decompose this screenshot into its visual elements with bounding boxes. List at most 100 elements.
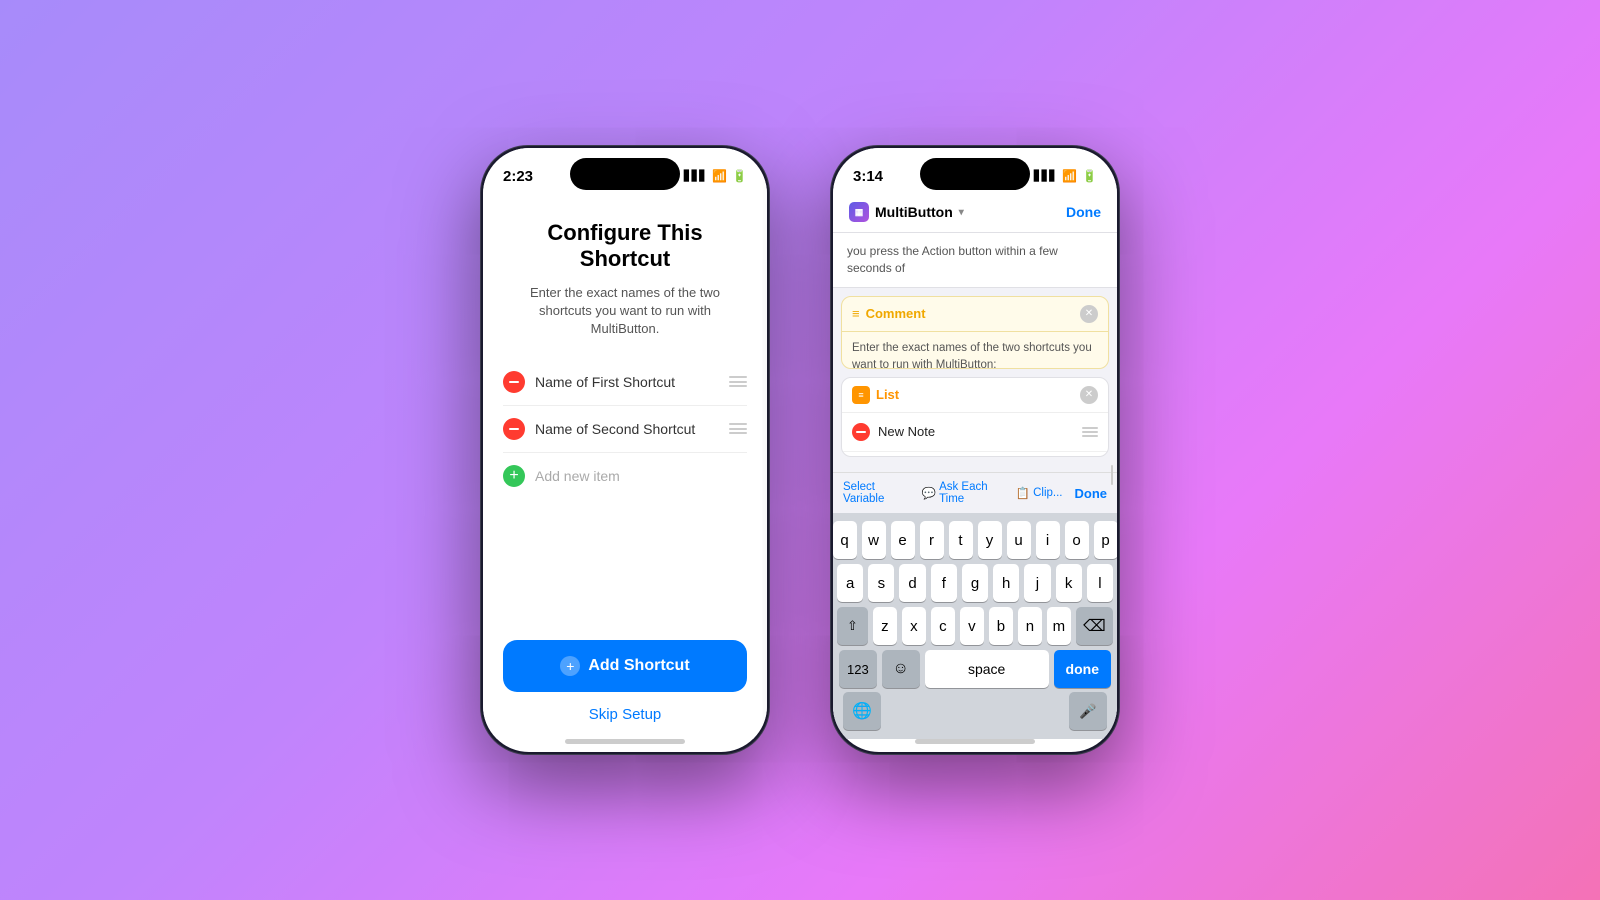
key-mic[interactable]: 🎤 (1069, 692, 1107, 730)
key-done[interactable]: done (1054, 650, 1111, 688)
key-b[interactable]: b (989, 607, 1013, 645)
phones-container: 2:23 🔊 ▋▋▋ 📶 🔋 Configure This Shortcut E… (480, 145, 1120, 755)
key-q[interactable]: q (833, 521, 857, 559)
battery-icon: 🔋 (732, 169, 747, 183)
var-done-btn[interactable]: Done (1075, 486, 1108, 501)
key-globe[interactable]: 🌐 (843, 692, 881, 730)
comment-close-btn[interactable]: ✕ (1080, 305, 1098, 323)
key-g[interactable]: g (962, 564, 988, 602)
comment-body-text: Enter the exact names of the two shortcu… (852, 342, 1092, 369)
list-row-run-shortcut[interactable]: Run Shortcut From Folder (842, 452, 1108, 457)
add-new-item-row[interactable]: Add new item (503, 453, 747, 499)
remove-icon-1[interactable] (503, 371, 525, 393)
list-icon: ≡ (852, 386, 870, 404)
key-h[interactable]: h (993, 564, 1019, 602)
phone2-content: you press the Action button within a few… (833, 233, 1117, 739)
comment-header: ≡ Comment ✕ (842, 297, 1108, 332)
comment-body: Enter the exact names of the two shortcu… (842, 332, 1108, 369)
plus-icon: + (560, 656, 580, 676)
key-l[interactable]: l (1087, 564, 1113, 602)
add-shortcut-button[interactable]: + Add Shortcut (503, 640, 747, 692)
key-i[interactable]: i (1036, 521, 1060, 559)
preview-text: you press the Action button within a few… (833, 233, 1117, 288)
multibutton-icon: ▦ (849, 202, 869, 222)
key-space[interactable]: space (925, 650, 1049, 688)
key-o[interactable]: o (1065, 521, 1089, 559)
comment-block: ≡ Comment ✕ Enter the exact names of the… (841, 296, 1109, 369)
comment-label: ≡ Comment (852, 306, 926, 321)
key-delete[interactable]: ⌫ (1076, 607, 1113, 645)
status-icons-2: ▋▋▋ 📶 🔋 (1034, 169, 1097, 183)
speech-icon: 💬 (922, 486, 936, 500)
key-r[interactable]: r (920, 521, 944, 559)
list-block-label: ≡ List (852, 386, 899, 404)
list-item-2[interactable]: Name of Second Shortcut (503, 406, 747, 453)
time-2: 3:14 (853, 168, 883, 185)
drag-handle-new-note[interactable] (1082, 427, 1098, 437)
list-item-1[interactable]: Name of First Shortcut (503, 359, 747, 406)
config-title: Configure This Shortcut (503, 220, 747, 272)
select-variable-btn[interactable]: Select Variable (843, 481, 910, 505)
list-block-header: ≡ List ✕ (842, 378, 1108, 413)
clipboard-label: Clip... (1033, 487, 1062, 499)
drag-handle-1[interactable] (729, 376, 747, 387)
key-k[interactable]: k (1056, 564, 1082, 602)
add-icon[interactable] (503, 465, 525, 487)
key-emoji[interactable]: ☺ (882, 650, 920, 688)
remove-icon-2[interactable] (503, 418, 525, 440)
key-c[interactable]: c (931, 607, 955, 645)
drag-handle-2[interactable] (729, 423, 747, 434)
dynamic-island-1 (570, 158, 680, 190)
key-n[interactable]: n (1018, 607, 1042, 645)
skip-setup-link[interactable]: Skip Setup (503, 706, 747, 723)
key-w[interactable]: w (862, 521, 886, 559)
key-shift[interactable]: ⇧ (837, 607, 868, 645)
key-x[interactable]: x (902, 607, 926, 645)
phone1-content: Configure This Shortcut Enter the exact … (483, 192, 767, 739)
remove-icon-new-note[interactable] (852, 423, 870, 441)
var-toolbar: Select Variable 💬 Ask Each Time 📋 Clip..… (833, 472, 1117, 513)
list-close-btn[interactable]: ✕ (1080, 386, 1098, 404)
ask-each-time-label: Ask Each Time (939, 481, 1004, 505)
config-subtitle: Enter the exact names of the two shortcu… (503, 284, 747, 339)
shortcuts-header: ▦ MultiButton ▾ Done (833, 192, 1117, 233)
key-e[interactable]: e (891, 521, 915, 559)
key-u[interactable]: u (1007, 521, 1031, 559)
select-variable-label: Select Variable (843, 481, 910, 505)
kb-row-extras: 🌐 🎤 (837, 688, 1113, 730)
kb-row-3: ⇧ z x c v b n m ⌫ (837, 607, 1113, 645)
new-note-text: New Note (878, 424, 1074, 439)
list-item-text-2: Name of Second Shortcut (535, 421, 719, 437)
signal-icon: ▋▋▋ (684, 171, 707, 182)
key-y[interactable]: y (978, 521, 1002, 559)
clipboard-btn[interactable]: 📋 Clip... (1016, 486, 1063, 500)
keyboard: q w e r t y u i o p a s (833, 513, 1117, 739)
key-v[interactable]: v (960, 607, 984, 645)
key-a[interactable]: a (837, 564, 863, 602)
key-j[interactable]: j (1024, 564, 1050, 602)
signal-icon-2: ▋▋▋ (1034, 171, 1057, 182)
key-m[interactable]: m (1047, 607, 1071, 645)
comment-text: Comment (866, 306, 926, 321)
key-z[interactable]: z (873, 607, 897, 645)
wifi-icon-2: 📶 (1062, 169, 1077, 183)
key-p[interactable]: p (1094, 521, 1118, 559)
ask-each-time-btn[interactable]: 💬 Ask Each Time (922, 481, 1004, 505)
home-indicator-2 (915, 739, 1035, 744)
key-123[interactable]: 123 (839, 650, 877, 688)
lines-icon: ≡ (852, 306, 860, 321)
list-block: ≡ List ✕ New Note Run Sh (841, 377, 1109, 457)
chevron-down-icon[interactable]: ▾ (959, 207, 964, 218)
scroll-region (833, 465, 1117, 468)
key-s[interactable]: s (868, 564, 894, 602)
header-done-btn[interactable]: Done (1066, 204, 1101, 220)
app-name: MultiButton (875, 204, 953, 220)
key-d[interactable]: d (899, 564, 925, 602)
list-item-text-1: Name of First Shortcut (535, 374, 719, 390)
key-f[interactable]: f (931, 564, 957, 602)
battery-icon-2: 🔋 (1082, 169, 1097, 183)
key-t[interactable]: t (949, 521, 973, 559)
add-new-text: Add new item (535, 468, 747, 484)
list-row-new-note[interactable]: New Note (842, 413, 1108, 452)
phone-2: 3:14 ▋▋▋ 📶 🔋 ▦ MultiButton ▾ Done (830, 145, 1120, 755)
